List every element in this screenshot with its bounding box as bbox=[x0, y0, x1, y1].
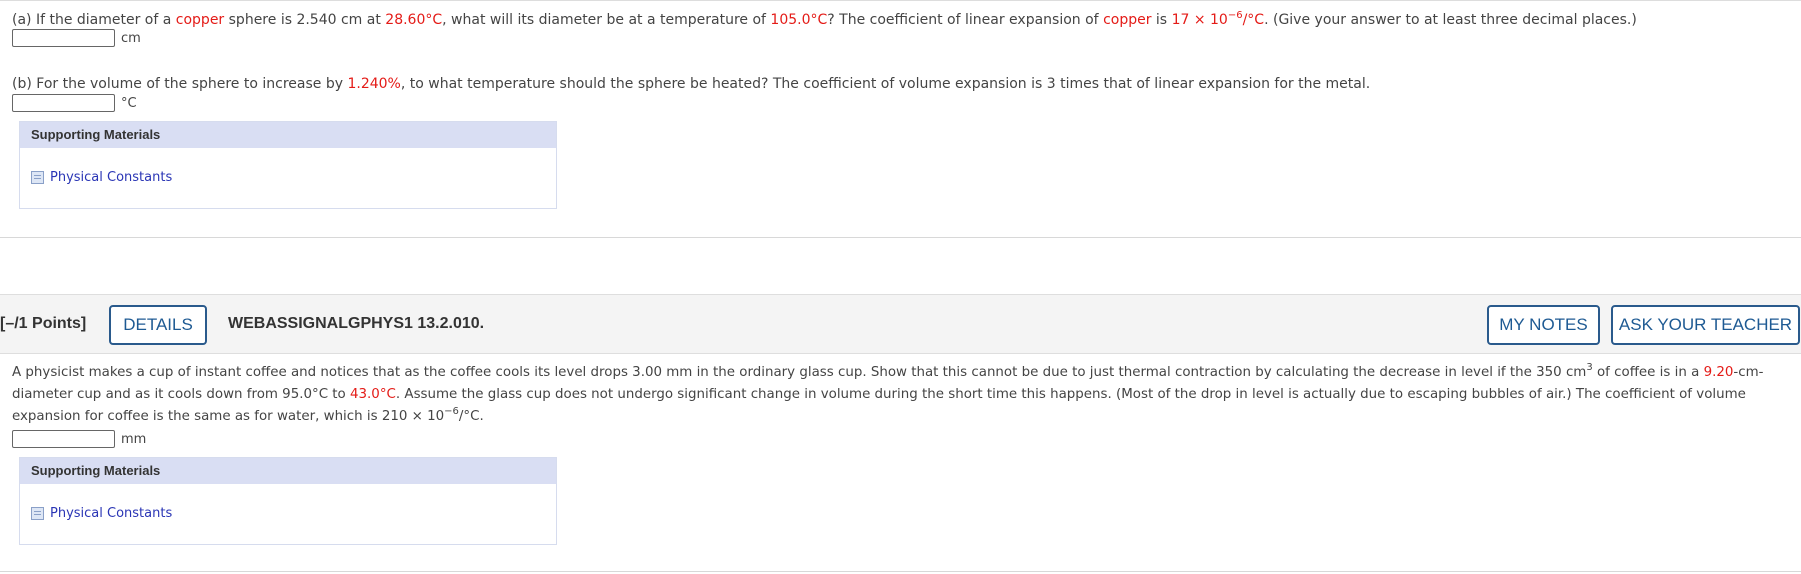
supporting-materials-heading-2: Supporting Materials bbox=[20, 458, 556, 484]
question-2-text: A physicist makes a cup of instant coffe… bbox=[12, 362, 1764, 425]
answer-row-a: cm bbox=[12, 29, 141, 47]
question-part-a-text: (a) If the diameter of a copper sphere i… bbox=[12, 10, 1637, 29]
ask-your-teacher-button[interactable]: ASK YOUR TEACHER bbox=[1611, 305, 1800, 345]
my-notes-button[interactable]: MY NOTES bbox=[1487, 305, 1600, 345]
linear-coefficient: 17 × 10−6/°C bbox=[1171, 10, 1265, 29]
bottom-divider bbox=[0, 571, 1801, 572]
supporting-materials-panel-2: Supporting Materials Physical Constants bbox=[19, 457, 557, 545]
unit-label-a: cm bbox=[121, 30, 141, 46]
metal-name: copper bbox=[175, 12, 225, 28]
unit-label-q2: mm bbox=[121, 431, 147, 447]
document-icon bbox=[31, 507, 44, 520]
question-part-b-text: (b) For the volume of the sphere to incr… bbox=[12, 76, 1371, 92]
document-icon bbox=[31, 171, 44, 184]
answer-input-q2[interactable] bbox=[12, 430, 115, 448]
answer-row-q2: mm bbox=[12, 430, 146, 448]
final-coffee-temperature: 43.0°C bbox=[350, 387, 396, 402]
top-border bbox=[0, 0, 1801, 1]
metal-name-2: copper bbox=[1103, 12, 1152, 28]
answer-input-b[interactable] bbox=[12, 94, 115, 112]
initial-temperature: 28.60°C bbox=[385, 12, 443, 28]
supporting-materials-heading: Supporting Materials bbox=[20, 122, 556, 148]
question-header-bar: [–/1 Points] DETAILS WEBASSIGNALGPHYS1 1… bbox=[0, 294, 1801, 354]
answer-input-a[interactable] bbox=[12, 29, 115, 47]
question-divider bbox=[0, 237, 1801, 238]
points-label: [–/1 Points] bbox=[0, 315, 87, 332]
unit-label-b: °C bbox=[121, 95, 137, 111]
volume-increase-percent: 1.240% bbox=[347, 76, 401, 92]
final-temperature: 105.0°C bbox=[770, 12, 828, 28]
details-button[interactable]: DETAILS bbox=[109, 305, 207, 345]
supporting-materials-panel: Supporting Materials Physical Constants bbox=[19, 121, 557, 209]
answer-row-b: °C bbox=[12, 94, 137, 112]
physical-constants-link[interactable]: Physical Constants bbox=[31, 170, 172, 185]
question-id: WEBASSIGNALGPHYS1 13.2.010. bbox=[228, 315, 485, 332]
physical-constants-link-2[interactable]: Physical Constants bbox=[31, 506, 172, 521]
cup-diameter: 9.20 bbox=[1703, 365, 1734, 380]
